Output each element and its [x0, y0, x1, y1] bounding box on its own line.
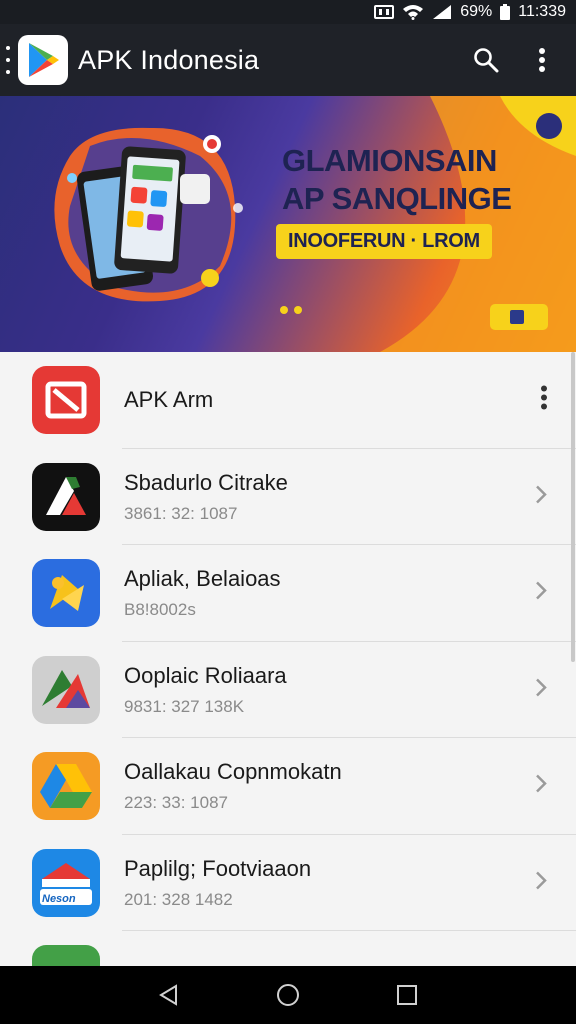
- banner-line-1: GLAMIONSAIN: [282, 143, 497, 178]
- chevron-right-icon: [534, 676, 548, 703]
- list-item-subtitle: 223: 33: 1087: [124, 793, 228, 813]
- list-item-name: Sbadurlo Citrake: [124, 469, 288, 495]
- app-title: APK Indonesia: [78, 44, 260, 75]
- list-item-partial[interactable]: [0, 931, 576, 966]
- drawer-handle-icon[interactable]: [2, 46, 14, 74]
- list-item[interactable]: Ooplaic Roliaara 9831: 327 138K: [0, 642, 576, 739]
- app-icon-neson: Neson: [32, 848, 100, 917]
- list-item[interactable]: Oallakau Copnmokatn 223: 33: 1087: [0, 738, 576, 835]
- banner-headline: GLAMIONSAIN AP SANQLINGE: [282, 142, 512, 218]
- app-icon-gray: [32, 655, 100, 724]
- list-item-name: Paplilg; Footviaaon: [124, 855, 312, 881]
- list-item-subtitle: 3861: 32: 1087: [124, 503, 238, 523]
- battery-icon: [500, 4, 511, 20]
- wifi-icon: [402, 4, 424, 20]
- banner-line-2: AP SANQLINGE: [282, 181, 512, 216]
- scrollbar-thumb[interactable]: [571, 352, 575, 662]
- list-item[interactable]: APK Arm: [0, 352, 576, 449]
- more-vert-icon[interactable]: [540, 385, 548, 416]
- app-list: APK Arm Sbadurlo Citrake 3861: 32: 1087 …: [0, 352, 576, 966]
- list-item[interactable]: Sbadurlo Citrake 3861: 32: 1087: [0, 449, 576, 546]
- list-item-subtitle: 201: 328 1482: [124, 889, 233, 909]
- sim-icon: [374, 4, 395, 20]
- status-bar: 69% 11:339: [0, 0, 576, 24]
- list-item-name: APK Arm: [124, 387, 214, 413]
- signal-icon: [432, 4, 452, 20]
- home-icon[interactable]: [268, 975, 308, 1015]
- banner-tagline: INOOFERUN · LROM: [276, 224, 492, 259]
- icon-label-neson: Neson: [42, 892, 76, 905]
- search-icon[interactable]: [468, 42, 504, 78]
- app-icon-black: [32, 462, 100, 531]
- app-icon-blue: [32, 559, 100, 628]
- chevron-right-icon: [534, 773, 548, 800]
- system-nav-bar: [0, 966, 576, 1024]
- chevron-right-icon: [534, 580, 548, 607]
- play-store-logo-icon: [18, 35, 68, 85]
- list-item-subtitle: B8!8002s: [124, 600, 196, 620]
- app-icon-red: [32, 366, 100, 435]
- battery-percent: 69%: [460, 3, 493, 20]
- list-item-name: Ooplaic Roliaara: [124, 662, 287, 688]
- list-item[interactable]: Apliak, Belaioas B8!8002s: [0, 545, 576, 642]
- list-item[interactable]: Neson Paplilg; Footviaaon 201: 328 1482: [0, 835, 576, 932]
- app-bar: APK Indonesia: [0, 24, 576, 96]
- overflow-menu-icon[interactable]: [524, 42, 560, 78]
- promo-banner[interactable]: GLAMIONSAIN AP SANQLINGE INOOFERUN · LRO…: [0, 96, 576, 352]
- chevron-right-icon: [534, 869, 548, 896]
- app-icon-partial: [32, 945, 100, 966]
- app-icon-drive: [32, 752, 100, 821]
- recents-icon[interactable]: [387, 975, 427, 1015]
- list-item-name: Oallakau Copnmokatn: [124, 759, 342, 785]
- list-item-name: Apliak, Belaioas: [124, 566, 281, 592]
- chevron-right-icon: [534, 483, 548, 510]
- list-item-subtitle: 9831: 327 138K: [124, 696, 245, 716]
- back-icon[interactable]: [149, 975, 189, 1015]
- status-time: 11:339: [518, 3, 566, 20]
